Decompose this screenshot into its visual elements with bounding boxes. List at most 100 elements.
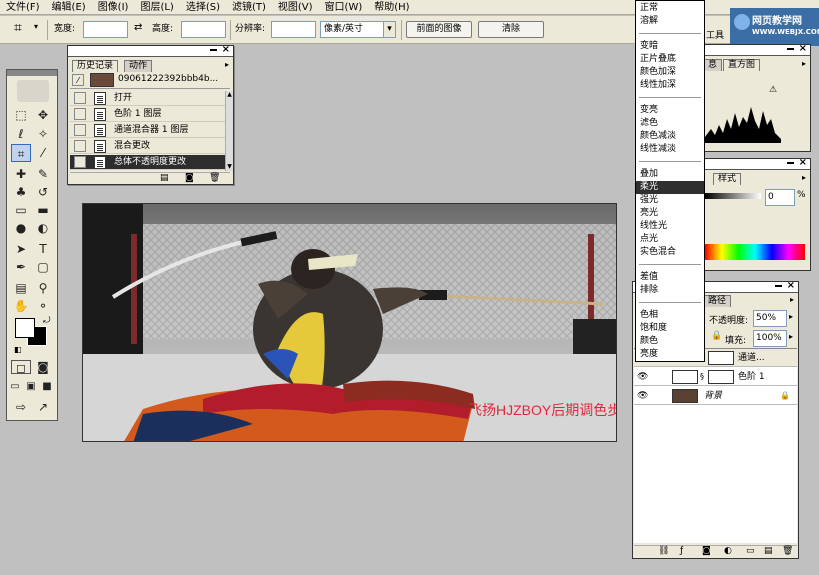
marquee-tool-icon[interactable]: ⬚: [11, 106, 31, 124]
trash-icon[interactable]: 🗑: [209, 173, 220, 183]
dodge-tool-icon[interactable]: ◐: [33, 219, 53, 237]
blend-option[interactable]: 溶解: [636, 15, 704, 28]
blend-option[interactable]: 滤色: [636, 117, 704, 130]
blend-option-selected[interactable]: 柔光: [636, 181, 704, 194]
imageready-jump-icon[interactable]: ⇨: [11, 398, 31, 416]
lasso-tool-icon[interactable]: ℓ: [11, 125, 31, 143]
blend-option[interactable]: 颜色加深: [636, 66, 704, 79]
path-select-icon[interactable]: ➤: [11, 240, 31, 258]
close-icon[interactable]: ×: [787, 280, 795, 291]
menu-select[interactable]: 选择(S): [180, 0, 226, 15]
palette-menu-arrow-icon[interactable]: ▸: [790, 295, 794, 304]
blend-option[interactable]: 颜色减淡: [636, 130, 704, 143]
minimize-icon[interactable]: [775, 285, 782, 287]
toolbox-titlebar[interactable]: [7, 70, 57, 76]
crop-tool-icon[interactable]: ⌗: [14, 20, 22, 36]
minimize-icon[interactable]: [787, 162, 794, 164]
history-checkbox[interactable]: [74, 124, 86, 136]
visibility-eye-icon[interactable]: 👁: [637, 391, 648, 401]
blend-option[interactable]: 饱和度: [636, 322, 704, 335]
trash-icon[interactable]: 🗑: [782, 546, 793, 556]
blend-option[interactable]: 差值: [636, 271, 704, 284]
blend-option[interactable]: 颜色: [636, 335, 704, 348]
minimize-icon[interactable]: [210, 49, 217, 51]
minimize-icon[interactable]: [787, 48, 794, 50]
unit-select[interactable]: 像素/英寸 ▾: [320, 21, 396, 38]
zoom-tool-icon[interactable]: ⚬: [33, 297, 53, 315]
default-colors-icon[interactable]: ◧: [14, 345, 22, 354]
front-image-button[interactable]: 前面的图像: [406, 21, 472, 38]
tab-paths[interactable]: 路径: [703, 295, 732, 307]
new-group-icon[interactable]: ▭: [746, 546, 755, 556]
swap-colors-icon[interactable]: ⤾: [43, 316, 51, 326]
tool-preset-arrow-icon[interactable]: ▾: [34, 22, 38, 31]
tab-info[interactable]: 息: [703, 59, 723, 71]
layer-style-icon[interactable]: ƒ: [680, 546, 683, 556]
gradient-tool-icon[interactable]: ▬: [33, 201, 53, 219]
list-item[interactable]: 总体不透明度更改: [70, 155, 225, 170]
blend-option[interactable]: 强光: [636, 194, 704, 207]
fill-input[interactable]: 100%: [753, 330, 787, 347]
move-tool-icon[interactable]: ✥: [33, 106, 53, 124]
menu-edit[interactable]: 编辑(E): [46, 0, 92, 15]
close-icon[interactable]: ×: [799, 157, 807, 168]
healing-brush-icon[interactable]: ✚: [11, 165, 31, 183]
width-field[interactable]: [83, 21, 128, 38]
blend-option[interactable]: 变暗: [636, 40, 704, 53]
document-canvas[interactable]: 飞扬HJZBOY后期调色步骤: [82, 203, 617, 442]
chevron-down-icon[interactable]: ▾: [383, 22, 395, 37]
menu-window[interactable]: 窗口(W): [319, 0, 369, 15]
lock-all-icon[interactable]: 🔒: [711, 331, 722, 341]
feather-logo-icon[interactable]: [17, 80, 49, 102]
shape-tool-icon[interactable]: ▢: [33, 258, 53, 276]
menu-view[interactable]: 视图(V): [272, 0, 319, 15]
screen-mode-full-icon[interactable]: ■: [39, 378, 55, 396]
tab-styles[interactable]: 样式: [713, 173, 742, 185]
list-item[interactable]: 混合更改: [70, 139, 225, 154]
color-ramp[interactable]: [705, 244, 805, 260]
tab-tools-label[interactable]: 工具: [706, 28, 724, 41]
blend-option[interactable]: 线性光: [636, 220, 704, 233]
blend-option[interactable]: 色相: [636, 309, 704, 322]
brush-tool-icon[interactable]: ✎: [33, 165, 53, 183]
layer-row[interactable]: 👁 背景 🔒: [634, 387, 797, 405]
blend-option[interactable]: 线性减淡: [636, 143, 704, 156]
history-checkbox[interactable]: [74, 92, 86, 104]
swap-icon[interactable]: ⇄: [134, 22, 142, 33]
type-tool-icon[interactable]: T: [33, 240, 53, 258]
blend-option[interactable]: 线性加深: [636, 79, 704, 92]
hand-tool-icon[interactable]: ✋: [11, 297, 31, 315]
screen-mode-standard-icon[interactable]: ▭: [7, 378, 23, 396]
list-item[interactable]: 通道混合器 1 图层: [70, 123, 225, 138]
layer-opacity-input[interactable]: 50%: [753, 310, 787, 327]
tab-histogram[interactable]: 直方图: [723, 59, 761, 71]
blend-option[interactable]: 点光: [636, 233, 704, 246]
menu-help[interactable]: 帮助(H): [368, 0, 415, 15]
blend-option[interactable]: 叠加: [636, 168, 704, 181]
history-checkbox[interactable]: [74, 108, 86, 120]
palette-menu-arrow-icon[interactable]: ▸: [802, 173, 806, 182]
edit-jump-icon[interactable]: ↗: [33, 398, 53, 416]
fill-arrow-icon[interactable]: ▸: [789, 332, 793, 341]
history-scrollbar[interactable]: ▲ ▼: [225, 91, 233, 171]
new-snapshot-icon[interactable]: ◙: [185, 173, 194, 183]
palette-titlebar[interactable]: ×: [68, 44, 233, 57]
blend-option[interactable]: 实色混合: [636, 246, 704, 259]
standard-mode-icon[interactable]: ◻: [11, 360, 31, 375]
menu-layer[interactable]: 图层(L): [134, 0, 179, 15]
blend-option[interactable]: 正常: [636, 2, 704, 15]
slice-tool-icon[interactable]: ⁄: [33, 144, 53, 162]
blend-option[interactable]: 正片叠底: [636, 53, 704, 66]
crop-tool-icon[interactable]: ⌗: [11, 144, 31, 162]
palette-menu-arrow-icon[interactable]: ▸: [802, 59, 806, 68]
link-layers-icon[interactable]: ⛓: [658, 546, 669, 556]
new-document-icon[interactable]: ▤: [160, 173, 169, 183]
menu-file[interactable]: 文件(F): [0, 0, 46, 15]
layer-row[interactable]: 👁 § 色阶 1: [634, 368, 797, 386]
warning-icon[interactable]: ⚠: [769, 85, 777, 95]
foreground-color-swatch[interactable]: [15, 318, 35, 338]
close-icon[interactable]: ×: [799, 43, 807, 54]
resolution-field[interactable]: [271, 21, 316, 38]
blend-option[interactable]: 亮光: [636, 207, 704, 220]
pen-tool-icon[interactable]: ✒: [11, 258, 31, 276]
